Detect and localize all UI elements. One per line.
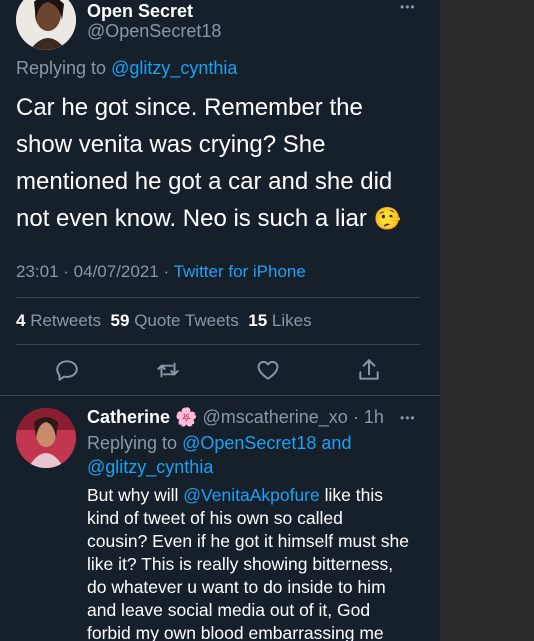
tweet-text-line: mentioned he got a car and she did	[16, 168, 393, 195]
divider	[16, 297, 420, 298]
reply-text-line: But why will @VenitaAkpofure like this	[87, 485, 383, 505]
retweet-icon[interactable]	[155, 357, 181, 383]
replying-to: Replying to @glitzy_cynthia	[16, 58, 237, 79]
divider	[16, 344, 420, 345]
tweet-thread: Open Secret @OpenSecret18 ••• Replying t…	[0, 0, 440, 641]
replying-prefix: Replying to	[16, 58, 112, 78]
replying-to-link[interactable]: @glitzy_cynthia	[87, 457, 213, 477]
quote-tweets-stat[interactable]: 59 Quote Tweets	[111, 311, 239, 330]
reply-text-line: cousin? Even if he got it himself must s…	[87, 531, 409, 551]
open-secret-avatar[interactable]	[16, 0, 76, 50]
tweet-text-line: not even know. Neo is such a liar 🤥	[16, 205, 401, 232]
meta-separator: ·	[347, 407, 364, 427]
lying-face-emoji: 🤥	[373, 206, 401, 231]
share-icon[interactable]	[356, 357, 382, 383]
reply-text-line: forbid my own blood embarrassing me	[87, 623, 384, 641]
author-handle[interactable]: @OpenSecret18	[87, 21, 221, 42]
divider	[0, 395, 440, 396]
reply-header: Catherine 🌸 @mscatherine_xo · 1h	[87, 407, 384, 428]
tweet-stats: 4 Retweets 59 Quote Tweets 15 Likes	[16, 311, 312, 331]
author-name[interactable]: Open Secret	[87, 1, 193, 22]
tweet-text-line: Car he got since. Remember the	[16, 94, 363, 121]
reply-text-line: do whatever u want to do inside to him	[87, 577, 386, 597]
like-icon[interactable]	[255, 357, 281, 383]
mention-link[interactable]: @VenitaAkpofure	[183, 485, 319, 505]
tweet-text: Car he got since. Remember the show veni…	[16, 89, 436, 237]
replying-to-link[interactable]: @OpenSecret18	[182, 433, 316, 453]
reply-text-line: kind of tweet of his own so called	[87, 508, 343, 528]
meta-separator: ·	[58, 262, 74, 281]
reply-author-handle[interactable]: @mscatherine_xo	[202, 407, 347, 427]
reply-age: 1h	[363, 407, 384, 427]
tweet-date: 04/07/2021	[73, 262, 159, 281]
more-options-icon[interactable]: •••	[400, 0, 416, 14]
tweet-source-link[interactable]: Twitter for iPhone	[174, 262, 306, 281]
reply-author-name[interactable]: Catherine	[87, 407, 170, 427]
reply-text-line: and leave social media out of it, God	[87, 600, 371, 620]
tweet-text-line: show venita was crying? She	[16, 131, 326, 158]
reply-replying-to: Replying to @OpenSecret18 and @glitzy_cy…	[87, 433, 352, 477]
reply-text: But why will @VenitaAkpofure like this k…	[87, 484, 437, 641]
reply-text-line: like it? This is really showing bitterne…	[87, 554, 394, 574]
tweet-meta: 23:01 · 04/07/2021 · Twitter for iPhone	[16, 262, 306, 282]
replying-to-link[interactable]: @glitzy_cynthia	[111, 58, 237, 78]
likes-stat[interactable]: 15 Likes	[248, 311, 311, 330]
tweet-time: 23:01	[16, 262, 59, 281]
meta-separator: ·	[158, 262, 174, 281]
catherine-avatar[interactable]	[16, 408, 76, 468]
flower-emoji: 🌸	[175, 407, 198, 427]
reply-icon[interactable]	[54, 357, 80, 383]
retweets-stat[interactable]: 4 Retweets	[16, 311, 101, 330]
side-panel	[440, 0, 534, 641]
reply-more-options-icon[interactable]: •••	[400, 411, 416, 425]
